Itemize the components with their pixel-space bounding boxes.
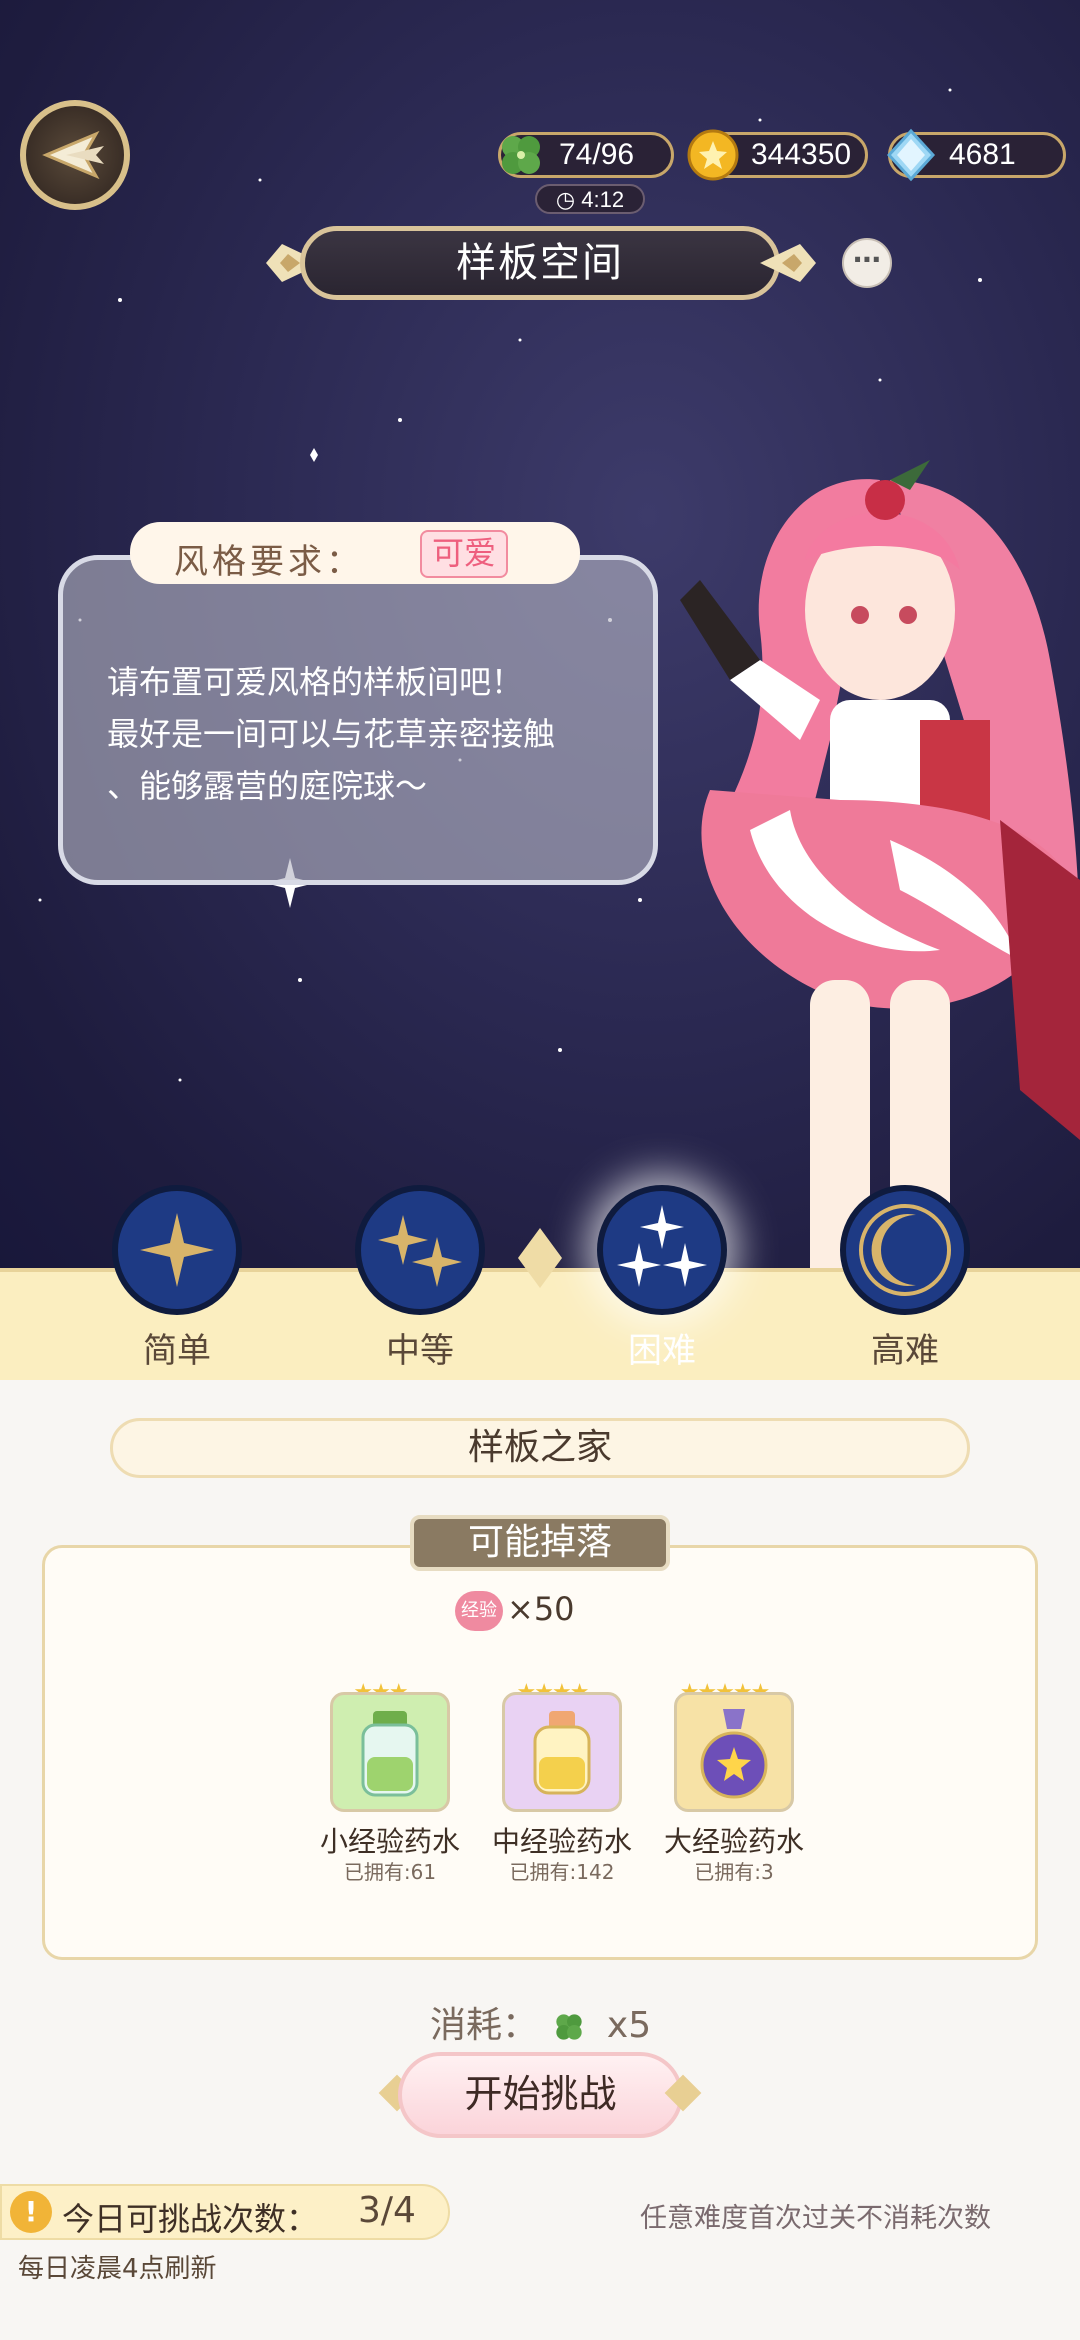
item-owned-count: 已拥有:61 [343,1860,437,1884]
timer-value: 4:12 [581,187,625,212]
bubble-text: 请布置可爱风格的样板间吧！ 最好是一间可以与花草亲密接触 、能够露营的庭院球～ [107,656,647,812]
difficulty-hard-label: 困难 [628,1331,696,1371]
difficulty-hard-button[interactable] [597,1185,727,1315]
possible-drops-title: 可能掉落 [410,1515,670,1571]
exclamation-icon: ! [10,2191,52,2233]
clover-stamina-counter[interactable]: 74/96 [498,132,674,178]
wing-back-icon [42,130,104,180]
style-requirement-label: 风格要求： [174,542,364,582]
daily-attempts-bar: ! 今日可挑战次数： 3/4 [0,2184,450,2240]
stamina-timer: ◷ 4:12 [535,184,645,214]
bubble-line: 最好是一间可以与花草亲密接触 [107,715,556,753]
medium-potion-icon [502,1692,622,1812]
exp-flower-icon: 经验 [455,1591,503,1631]
title-right-ornament [760,244,816,282]
divider-diamond-icon [518,1228,562,1288]
item-owned-count: 已拥有:3 [694,1860,774,1884]
one-star-icon [140,1213,214,1287]
item-owned-count: 已拥有:142 [509,1860,615,1884]
small-potion-icon [330,1692,450,1812]
character-illustration [680,460,1080,1300]
difficulty-extreme-button[interactable] [840,1185,970,1315]
large-potion-icon [674,1692,794,1812]
cost-amount: x5 [606,2005,652,2046]
daily-attempts-count: 3/4 [358,2190,416,2231]
difficulty-easy-label: 简单 [143,1331,211,1371]
diamond-icon [886,128,936,182]
daily-attempts-label: 今日可挑战次数： [62,2200,319,2238]
exp-reward: 经验 ×50 [455,1590,575,1636]
item-name: 中经验药水 [491,1825,632,1858]
clover-value: 74/96 [559,138,635,171]
diamond-counter[interactable]: 4681 [886,128,1066,182]
clock-icon: ◷ [555,187,582,212]
difficulty-extreme-label: 高难 [871,1331,939,1371]
cost-label: 消耗： [430,2005,539,2046]
exp-amount: ×50 [507,1590,575,1628]
diamond-value: 4681 [949,138,1016,171]
first-clear-note: 任意难度首次过关不消耗次数 [640,2203,991,2234]
difficulty-medium-label: 中等 [386,1331,454,1371]
bubble-line: 、能够露营的庭院球～ [107,767,428,805]
clover-icon [556,2014,583,2040]
three-star-icon [617,1205,707,1287]
style-requirement-value: 可爱 [420,530,509,578]
style-requirement-tag: 风格要求： 可爱 [130,522,580,584]
stage-name: 样板之家 [110,1418,970,1478]
back-button[interactable] [20,100,130,210]
more-options-button[interactable]: ⋯ [842,238,892,288]
daily-refresh-note: 每日凌晨4点刷新 [18,2254,217,2284]
difficulty-medium-button[interactable] [355,1185,485,1315]
game-screen: 74/96 344350 4681 ◷ 4:12 样板空间 ⋯ 请布置可爱风格的… [0,0,1080,2340]
page-title: 样板空间 [300,226,780,300]
moon-icon [859,1204,951,1296]
challenge-cost: 消耗： x5 [430,1996,651,2048]
gold-value: 344350 [751,138,852,171]
difficulty-easy-button[interactable] [112,1185,242,1315]
gold-counter[interactable]: 344350 [687,129,868,181]
start-challenge-button[interactable]: 开始挑战 [398,2052,683,2138]
bubble-line: 请布置可爱风格的样板间吧！ [107,663,524,701]
item-name: 小经验药水 [319,1825,460,1858]
clover-icon [502,136,540,174]
item-name: 大经验药水 [663,1825,804,1858]
gold-coin-icon [687,129,739,181]
speech-bubble: 请布置可爱风格的样板间吧！ 最好是一间可以与花草亲密接触 、能够露营的庭院球～ [58,555,658,885]
two-star-icon [378,1215,462,1287]
